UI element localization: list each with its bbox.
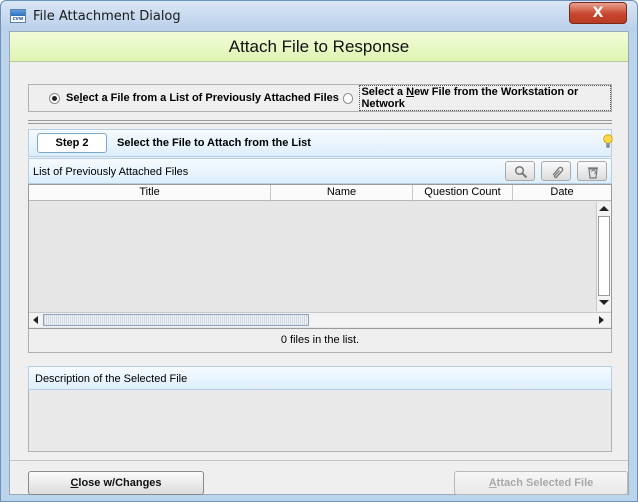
description-text [28,390,612,452]
description-header: Description of the Selected File [28,366,612,390]
radio-unselected-icon[interactable] [343,92,354,104]
dialog-body: Attach File to Response Select a File fr… [9,31,629,495]
app-icon: cvw [10,9,26,23]
vertical-scroll-thumb[interactable] [598,216,610,296]
column-header-title[interactable]: Title [29,185,271,201]
radio-previous-files-label: Select a File from a List of Previously … [66,92,339,104]
vertical-scrollbar[interactable] [596,202,611,311]
title-bar[interactable]: cvw File Attachment Dialog X [1,1,637,31]
search-icon [514,165,528,179]
scroll-up-arrow-icon[interactable] [599,206,609,211]
horizontal-scroll-thumb[interactable] [43,314,309,326]
file-list-table[interactable]: Title Name Question Count Date [28,184,612,329]
radio-previous-files[interactable]: Select a File from a List of Previously … [49,85,339,111]
file-count-status: 0 files in the list. [28,329,612,353]
column-header-question-count[interactable]: Question Count [413,185,513,201]
file-source-group: Select a File from a List of Previously … [28,84,612,112]
dialog-window: cvw File Attachment Dialog X Attach File… [0,0,638,502]
lightbulb-icon[interactable] [603,134,613,148]
recycle-bin-icon [588,167,598,179]
app-icon-text: cvw [12,16,24,22]
attachment-button[interactable] [541,161,571,181]
column-header-date[interactable]: Date [513,185,611,201]
step-instruction: Select the File to Attach from the List [117,137,311,149]
footer-divider [10,460,628,461]
column-header-name[interactable]: Name [271,185,413,201]
scroll-down-arrow-icon[interactable] [599,300,609,305]
horizontal-scrollbar[interactable] [29,312,611,327]
search-button[interactable] [505,161,535,181]
delete-button[interactable] [577,161,607,181]
scroll-right-arrow-icon[interactable] [599,316,604,324]
attach-selected-file-button[interactable]: Attach Selected File [454,471,628,495]
separator [28,120,612,124]
radio-new-file-label: Select a New File from the Workstation o… [359,85,611,111]
banner-title: Attach File to Response [10,32,628,62]
step-badge: Step 2 [37,133,107,153]
radio-new-file[interactable]: Select a New File from the Workstation o… [343,85,611,111]
radio-selected-icon[interactable] [49,92,60,104]
window-title: File Attachment Dialog [33,9,181,24]
attachment-icon [552,166,564,179]
file-list-title: List of Previously Attached Files [33,166,189,178]
scroll-left-arrow-icon[interactable] [33,316,38,324]
file-list-header: List of Previously Attached Files [28,158,612,184]
description-title: Description of the Selected File [35,373,188,385]
close-with-changes-button[interactable]: Close w/Changes [28,471,204,495]
step-row: Step 2 Select the File to Attach from th… [28,129,613,157]
window-close-button[interactable]: X [569,2,627,24]
